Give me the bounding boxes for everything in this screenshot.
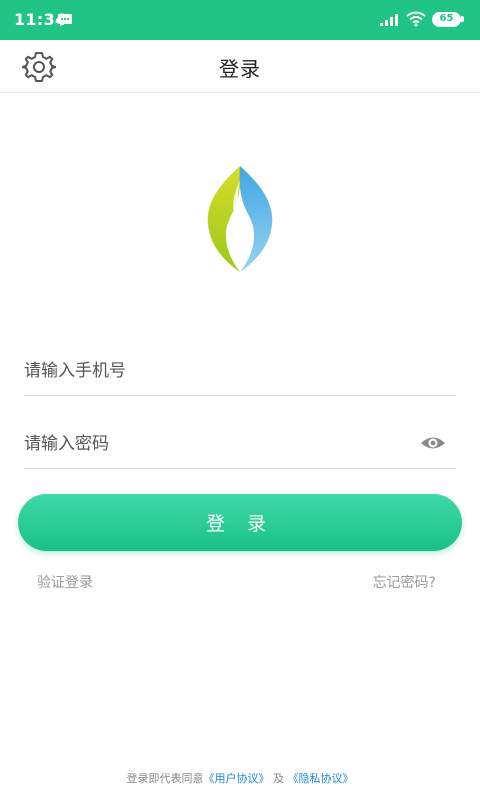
login-button[interactable]: 登 录 — [18, 494, 462, 551]
phone-input[interactable] — [24, 348, 404, 394]
phone-field — [24, 348, 456, 396]
battery-level: 65 — [432, 12, 461, 27]
privacy-policy-link[interactable]: 《隐私协议》 — [288, 772, 354, 785]
agreement-conjunction: 及 — [273, 772, 284, 785]
status-bar: 11:34 65 — [0, 0, 480, 40]
battery-indicator: 65 — [432, 12, 464, 27]
password-field — [24, 421, 456, 469]
signal-icon — [380, 14, 398, 26]
message-icon — [58, 14, 72, 27]
title-bar: 登录 — [0, 40, 480, 93]
wifi-icon — [406, 11, 426, 27]
agreement-text: 登录即代表同意《用户协议》 及 《隐私协议》 — [0, 770, 480, 786]
agreement-prefix: 登录即代表同意 — [126, 772, 204, 785]
eye-icon[interactable] — [420, 433, 446, 453]
password-input[interactable] — [24, 421, 404, 467]
verify-login-link[interactable]: 验证登录 — [37, 572, 93, 592]
page-title: 登录 — [219, 57, 261, 81]
user-agreement-link[interactable]: 《用户协议》 — [204, 772, 270, 785]
forgot-password-link[interactable]: 忘记密码? — [373, 572, 436, 592]
battery-tip — [461, 16, 464, 22]
app-logo — [207, 166, 273, 272]
